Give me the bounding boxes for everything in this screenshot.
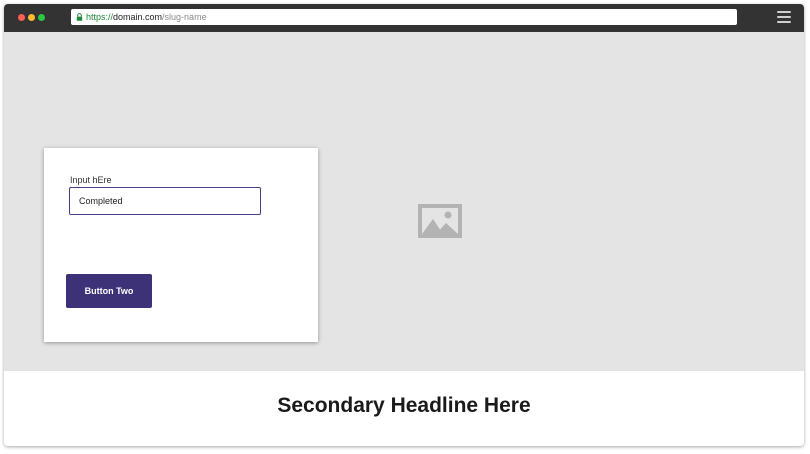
- url-text: https://domain.com/slug-name: [86, 9, 207, 25]
- url-domain: domain.com: [113, 12, 163, 22]
- text-input[interactable]: [69, 187, 261, 215]
- form-card: Input hEre Button Two: [44, 148, 318, 342]
- close-window-icon[interactable]: [18, 14, 25, 21]
- lock-icon: [76, 13, 83, 21]
- button-two[interactable]: Button Two: [66, 274, 152, 308]
- browser-titlebar: https://domain.com/slug-name: [4, 4, 804, 32]
- hero-section: Input hEre Button Two: [4, 32, 804, 371]
- minimize-window-icon[interactable]: [28, 14, 35, 21]
- hamburger-menu-icon[interactable]: [777, 11, 791, 23]
- secondary-headline: Secondary Headline Here: [277, 394, 531, 417]
- browser-window: https://domain.com/slug-name Input hEre …: [4, 4, 804, 446]
- address-bar[interactable]: https://domain.com/slug-name: [71, 9, 737, 25]
- footer-section: Secondary Headline Here: [4, 371, 804, 446]
- input-label: Input hEre: [70, 175, 112, 185]
- url-scheme: https://: [86, 12, 114, 22]
- url-path: /slug-name: [162, 12, 207, 22]
- maximize-window-icon[interactable]: [38, 14, 45, 21]
- image-placeholder-icon: [418, 204, 462, 238]
